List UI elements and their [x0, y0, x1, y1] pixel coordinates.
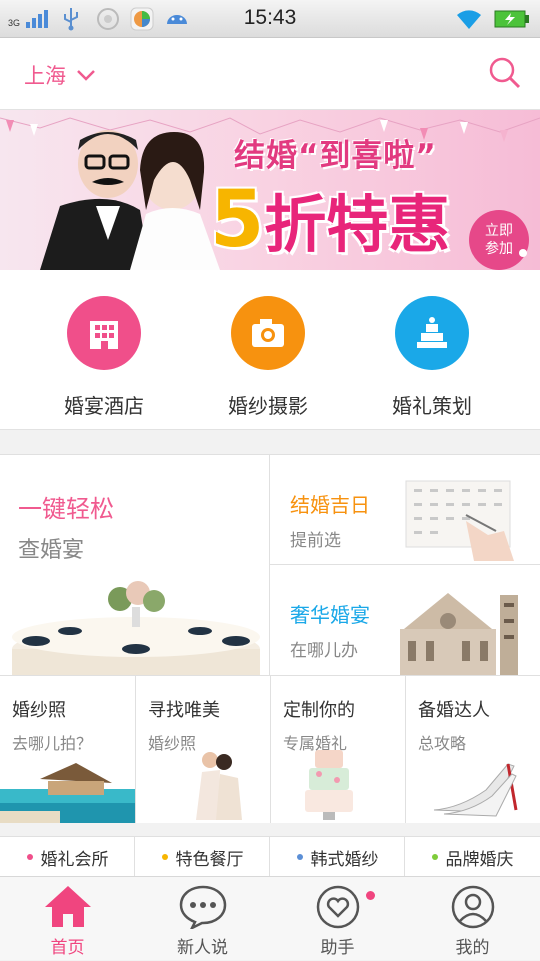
couple-image	[196, 752, 242, 820]
luxury-banquet-card[interactable]: 奢华婚宴 在哪儿办	[270, 565, 540, 675]
notification-badge	[366, 891, 375, 900]
card-title: 婚纱照	[12, 700, 66, 721]
battery-icon	[494, 10, 529, 28]
banner-title: 结婚“到喜啦”	[234, 138, 437, 174]
city-label: 上海	[24, 64, 66, 88]
custom-wedding-card[interactable]: 定制你的 专属婚礼	[271, 676, 405, 823]
card-subtitle: 查婚宴	[18, 538, 85, 563]
feature-grid: 一键轻松 查婚宴 结婚吉日 提前选 奢华婚宴 在哪儿办 婚纱照 去哪儿拍？ 寻找…	[0, 454, 540, 823]
card-title: 备婚达人	[418, 700, 490, 721]
discount-number: 5	[210, 175, 265, 265]
nav-home[interactable]: 首页	[0, 877, 135, 961]
wedding-photo-location-card[interactable]: 婚纱照 去哪儿拍？	[0, 676, 135, 823]
nav-label: 首页	[50, 938, 85, 958]
cake-icon	[417, 317, 447, 348]
tag-row: 婚礼会所 特色餐厅 韩式婚纱 品牌婚庆	[0, 836, 540, 877]
home-icon	[45, 886, 91, 927]
category-label: 婚礼策划	[392, 394, 472, 418]
tag-label: 特色餐厅	[175, 849, 244, 870]
banner-discount: 5折特惠	[210, 174, 450, 265]
tag-brand-wedding[interactable]: 品牌婚庆	[405, 837, 540, 877]
chat-bubble-icon	[179, 885, 227, 929]
tag-label: 韩式婚纱	[310, 849, 379, 870]
wedding-guide-card[interactable]: 备婚达人 总攻略	[406, 676, 540, 823]
tag-label: 品牌婚庆	[445, 849, 514, 870]
nav-assistant[interactable]: 助手	[270, 877, 405, 961]
city-selector[interactable]: 上海	[24, 60, 96, 90]
category-label: 婚宴酒店	[64, 394, 144, 418]
discount-text: 折特惠	[264, 188, 451, 261]
tag-korean-gown[interactable]: 韩式婚纱	[270, 837, 405, 877]
card-title: 结婚吉日	[290, 493, 370, 517]
category-icon-circle	[395, 296, 469, 370]
category-wedding-photography[interactable]: 婚纱摄影	[193, 296, 343, 419]
camera-icon	[252, 319, 284, 347]
heels-image	[433, 763, 518, 817]
tag-label: 婚礼会所	[40, 849, 109, 870]
category-wedding-hotel[interactable]: 婚宴酒店	[29, 296, 179, 419]
category-label: 婚纱摄影	[228, 394, 308, 418]
wifi-icon	[457, 10, 481, 29]
top-header: 上海	[0, 38, 540, 110]
card-title: 定制你的	[283, 700, 355, 721]
chevron-down-icon	[77, 70, 95, 81]
banquet-search-card[interactable]: 一键轻松 查婚宴	[0, 455, 270, 675]
tag-dot	[296, 854, 303, 860]
carousel-indicator	[519, 249, 527, 257]
join-line-1: 立即	[485, 223, 513, 239]
category-icon-circle	[67, 296, 141, 370]
card-subtitle: 在哪儿办	[290, 641, 358, 661]
card-title: 寻找唯美	[148, 700, 220, 721]
wedding-cake-image	[305, 750, 353, 820]
tag-dot	[431, 854, 438, 860]
join-now-button[interactable]: 立即 参加	[469, 210, 529, 270]
nav-label: 新人说	[177, 938, 228, 958]
banquet-table-image	[12, 581, 260, 675]
cathedral-image	[400, 593, 518, 675]
beach-image	[0, 763, 135, 823]
card-subtitle: 总攻略	[418, 734, 467, 753]
category-row: 婚宴酒店 婚纱摄影 婚礼策划	[0, 270, 540, 430]
search-icon[interactable]	[488, 56, 522, 90]
tag-wedding-club[interactable]: 婚礼会所	[0, 837, 135, 877]
category-wedding-planning[interactable]: 婚礼策划	[357, 296, 507, 419]
tag-dot	[161, 854, 168, 860]
card-subtitle: 提前选	[290, 531, 341, 551]
card-subtitle: 去哪儿拍？	[12, 734, 93, 753]
card-title: 一键轻松	[18, 495, 114, 523]
promo-banner[interactable]: 结婚“到喜啦” 5折特惠 立即 参加	[0, 110, 540, 270]
tag-special-restaurant[interactable]: 特色餐厅	[135, 837, 270, 877]
bottom-nav: 首页 新人说 助手 我的	[0, 876, 540, 960]
tag-dot	[26, 854, 33, 860]
nav-label: 助手	[320, 938, 355, 958]
nav-newcomers[interactable]: 新人说	[135, 877, 270, 961]
user-icon	[451, 885, 495, 929]
card-title: 奢华婚宴	[290, 603, 370, 627]
status-bar: 3G 15:43	[0, 0, 540, 38]
heart-icon	[316, 885, 360, 929]
building-icon	[90, 321, 118, 349]
category-icon-circle	[231, 296, 305, 370]
lucky-date-card[interactable]: 结婚吉日 提前选	[270, 455, 540, 565]
nav-label: 我的	[455, 938, 490, 958]
wedding-photo-card[interactable]: 寻找唯美 婚纱照	[136, 676, 270, 823]
calendar-image	[405, 480, 514, 561]
nav-profile[interactable]: 我的	[405, 877, 540, 961]
